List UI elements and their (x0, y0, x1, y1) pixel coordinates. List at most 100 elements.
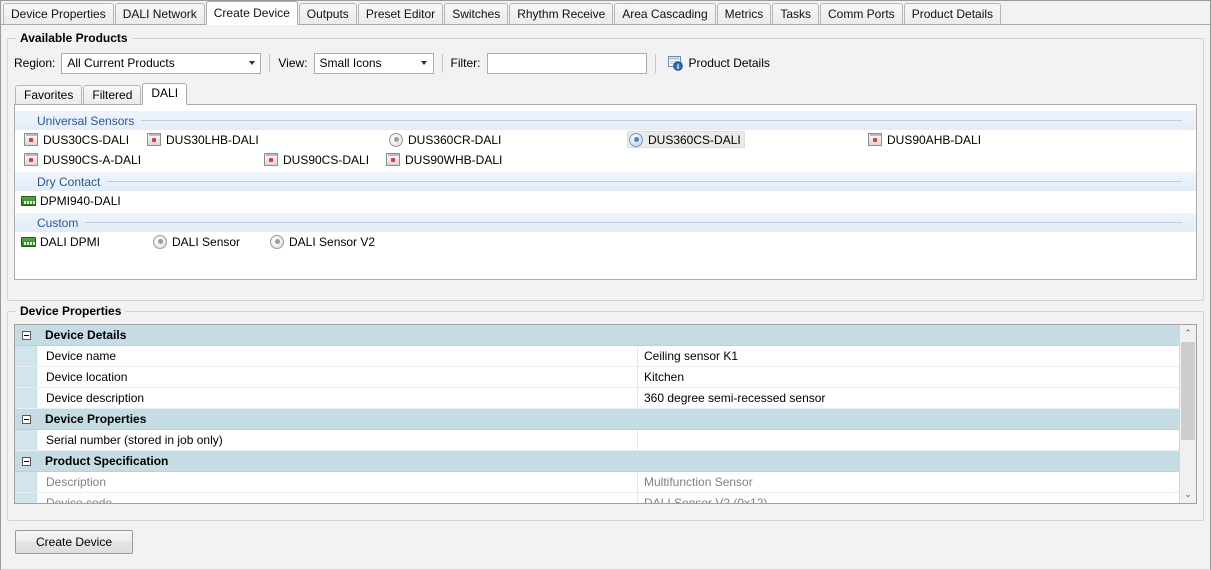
property-gutter (15, 472, 37, 492)
tab-comm-ports[interactable]: Comm Ports (820, 3, 903, 24)
property-row[interactable]: Serial number (stored in job only) (15, 430, 1179, 451)
product-item[interactable]: DPMI940-DALI (20, 192, 124, 209)
product-row: DUS90CS-A-DALI DUS90CS-DALI DUS90WHB-DALI (15, 150, 1196, 170)
tab-create-device[interactable]: Create Device (205, 1, 298, 25)
toolbar-divider-3 (654, 53, 656, 73)
product-details-button[interactable]: Product Details (664, 53, 774, 74)
sensor-square-icon (147, 132, 162, 147)
product-sections: Universal Sensors DUS30CS-DALI DUS30LHB-DA… (15, 105, 1196, 252)
product-item-label: DALI Sensor (172, 234, 241, 249)
property-gutter (15, 493, 37, 503)
property-gutter (15, 346, 37, 366)
property-grid[interactable]: Device Details Device name Ceiling sensor … (15, 325, 1179, 503)
scrollbar-track[interactable] (1180, 342, 1196, 486)
scrollbar-thumb[interactable] (1181, 342, 1195, 440)
property-category-row[interactable]: Product Specification (15, 451, 1179, 472)
product-item[interactable]: DUS90CS-DALI (263, 151, 372, 168)
property-gutter (15, 409, 37, 429)
property-row[interactable]: Device name Ceiling sensor K1 (15, 346, 1179, 367)
product-item[interactable]: DUS360CR-DALI (388, 131, 504, 148)
product-item-label: DUS90WHB-DALI (405, 152, 503, 167)
property-name: Product Specification (45, 454, 169, 468)
product-item[interactable]: DALI Sensor (152, 233, 243, 250)
region-select[interactable]: All Current Products (61, 52, 262, 74)
product-row: DPMI940-DALI (15, 191, 1196, 211)
product-item[interactable]: DALI DPMI (20, 233, 103, 250)
tab-product-details[interactable]: Product Details (903, 3, 1002, 24)
property-value[interactable]: Kitchen (638, 367, 1179, 387)
property-grid-scrollbar[interactable]: ⌃ ⌄ (1179, 325, 1196, 503)
main-tab-bar: Device Properties DALI Network Create Devi… (1, 1, 1210, 25)
tab-dali-network[interactable]: DALI Network (114, 3, 205, 24)
property-category-row[interactable]: Device Details (15, 325, 1179, 346)
product-section: Custom (15, 213, 1196, 232)
property-name: Device Details (45, 328, 127, 342)
property-value[interactable]: Multifunction Sensor (638, 472, 1179, 492)
product-list[interactable]: Universal Sensors DUS30CS-DALI DUS30LHB-DA… (14, 105, 1197, 280)
product-tab-favorites[interactable]: Favorites (15, 85, 83, 104)
property-value[interactable] (638, 430, 1179, 450)
scroll-down-button[interactable]: ⌄ (1180, 486, 1196, 503)
product-item[interactable]: DALI Sensor V2 (269, 233, 378, 250)
property-row[interactable]: Device location Kitchen (15, 367, 1179, 388)
product-section-header: Universal Sensors (15, 111, 1196, 130)
available-products-group: Available Products Region: All Current P… (7, 31, 1204, 301)
tab-area-cascading[interactable]: Area Cascading (614, 3, 716, 24)
view-select[interactable]: Small Icons (313, 52, 434, 74)
product-item[interactable]: DUS90AHB-DALI (867, 131, 984, 148)
sensor-square-icon (264, 152, 279, 167)
product-item-label: DUS90CS-A-DALI (43, 152, 142, 167)
chevron-down-icon (243, 53, 261, 73)
chevron-down-icon: ⌄ (1184, 489, 1192, 499)
toolbar-divider-2 (441, 53, 443, 73)
property-value[interactable]: 360 degree semi-recessed sensor (638, 388, 1179, 408)
property-name: Device Properties (45, 412, 147, 426)
sensor-square-icon (24, 152, 39, 167)
tab-switches[interactable]: Switches (444, 3, 509, 24)
property-category-row[interactable]: Device Properties (15, 409, 1179, 430)
collapse-expander-icon[interactable] (21, 414, 31, 424)
tab-rhythm-receive[interactable]: Rhythm Receive (509, 3, 614, 24)
product-item-label: DUS360CS-DALI (648, 132, 741, 147)
action-bar: Create Device (1, 522, 1210, 570)
property-value[interactable]: DALI Sensor V2 (0x12) (638, 493, 1179, 503)
product-item[interactable]: DUS30LHB-DALI (146, 131, 262, 148)
tab-outputs[interactable]: Outputs (298, 3, 357, 24)
property-gutter (15, 367, 37, 387)
collapse-expander-icon[interactable] (21, 456, 31, 466)
property-row[interactable]: Description Multifunction Sensor (15, 472, 1179, 493)
application-window: Device Properties DALI Network Create Devi… (0, 0, 1211, 570)
property-name: Device location (37, 367, 638, 387)
product-tab-dali[interactable]: DALI (142, 83, 188, 105)
product-item-label: DUS30LHB-DALI (166, 132, 259, 147)
sensor-square-icon (386, 152, 401, 167)
create-device-button[interactable]: Create Device (15, 530, 133, 554)
tab-tasks[interactable]: Tasks (772, 3, 819, 24)
product-tab-filtered[interactable]: Filtered (83, 85, 142, 104)
product-item-label: DUS360CR-DALI (408, 132, 502, 147)
tab-metrics[interactable]: Metrics (716, 3, 772, 24)
tab-preset-editor[interactable]: Preset Editor (357, 3, 444, 24)
property-value[interactable]: Ceiling sensor K1 (638, 346, 1179, 366)
property-gutter (15, 388, 37, 408)
property-row[interactable]: Device code DALI Sensor V2 (0x12) (15, 493, 1179, 503)
property-name: Serial number (stored in job only) (37, 430, 638, 450)
product-item-label: DUS90CS-DALI (283, 152, 370, 167)
chevron-up-icon: ⌃ (1184, 328, 1192, 338)
product-section-header: Custom (15, 213, 1196, 232)
tab-device-properties[interactable]: Device Properties (3, 3, 114, 24)
product-item[interactable]: DUS360CS-DALI (627, 131, 745, 148)
product-item[interactable]: DUS90CS-A-DALI (23, 151, 144, 168)
product-item-label: DUS90AHB-DALI (887, 132, 982, 147)
product-section-title: Universal Sensors (37, 113, 135, 128)
property-row[interactable]: Device description 360 degree semi-recess… (15, 388, 1179, 409)
collapse-expander-icon[interactable] (21, 330, 31, 340)
product-item[interactable]: DUS30CS-DALI (23, 131, 132, 148)
product-category-tab-bar: Favorites Filtered DALI (14, 83, 1197, 105)
sensor-round-icon (629, 132, 644, 147)
filter-input[interactable] (486, 52, 647, 74)
product-section-title: Dry Contact (37, 174, 101, 189)
scroll-up-button[interactable]: ⌃ (1180, 325, 1196, 342)
products-toolbar: Region: All Current Products View: Small… (14, 51, 1197, 75)
product-item[interactable]: DUS90WHB-DALI (385, 151, 505, 168)
